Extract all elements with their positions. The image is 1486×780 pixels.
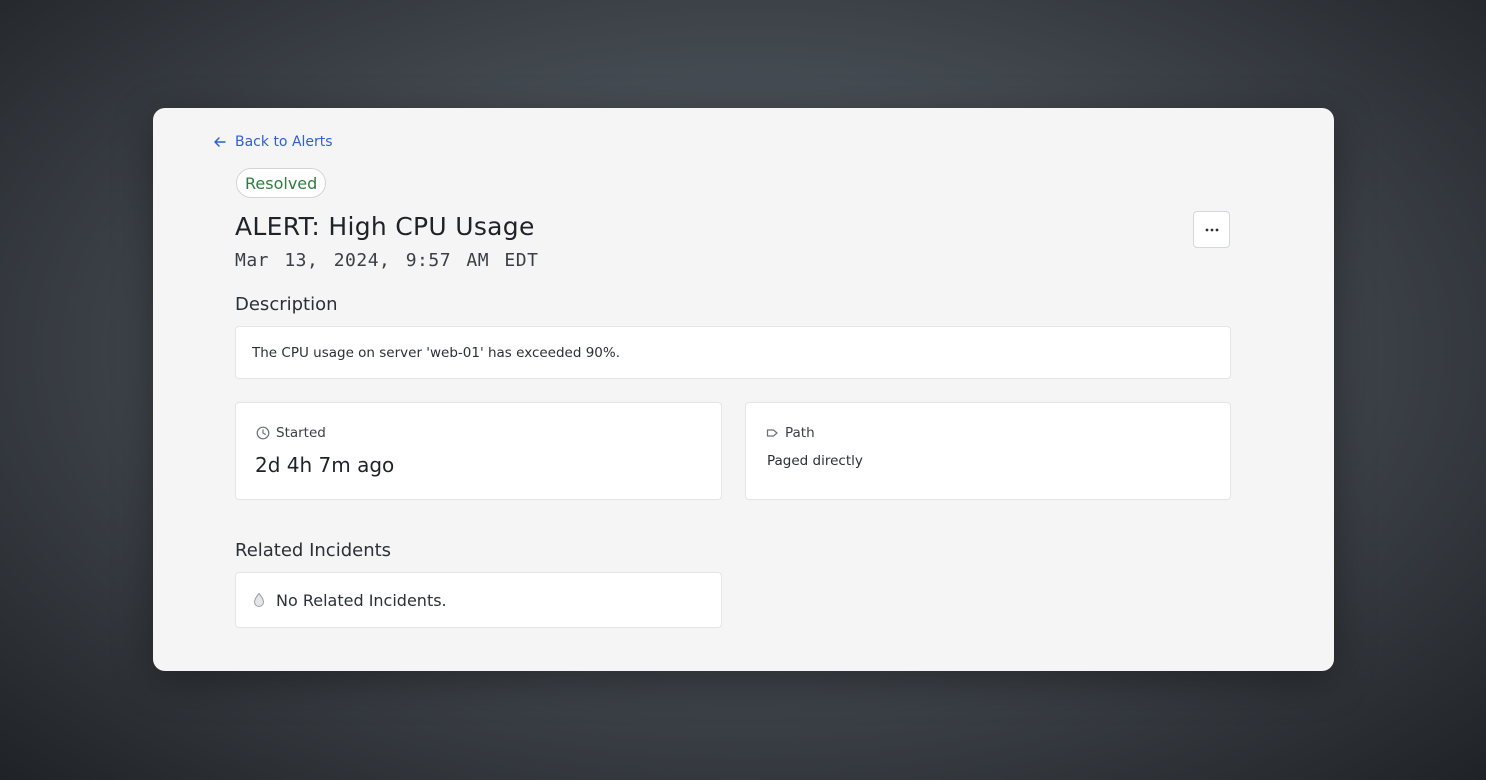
status-badge: Resolved xyxy=(236,168,327,198)
path-label: Path xyxy=(785,425,815,441)
clock-icon xyxy=(256,426,270,440)
started-panel: Started 2d 4h 7m ago xyxy=(235,402,722,500)
page-title: ALERT: High CPU Usage xyxy=(235,212,535,241)
started-label-row: Started xyxy=(256,425,326,441)
alert-timestamp: Mar 13, 2024, 9:57 AM EDT xyxy=(235,250,539,271)
no-related-incidents-text: No Related Incidents. xyxy=(276,590,447,610)
started-label: Started xyxy=(276,425,326,441)
more-actions-button[interactable] xyxy=(1193,211,1230,248)
path-label-row: Path xyxy=(766,425,815,441)
description-heading: Description xyxy=(235,294,338,315)
related-incidents-panel: No Related Incidents. xyxy=(235,572,722,628)
arrow-left-icon xyxy=(214,137,226,147)
alert-detail-card: Back to Alerts Resolved ALERT: High CPU … xyxy=(153,108,1334,671)
description-text: The CPU usage on server 'web-01' has exc… xyxy=(252,345,621,361)
droplet-icon xyxy=(253,592,265,607)
path-panel: Path Paged directly xyxy=(745,402,1231,500)
back-to-alerts-link[interactable]: Back to Alerts xyxy=(213,134,333,150)
started-value: 2d 4h 7m ago xyxy=(255,453,395,477)
more-horizontal-icon xyxy=(1205,228,1218,231)
description-panel: The CPU usage on server 'web-01' has exc… xyxy=(235,326,1231,379)
path-value: Paged directly xyxy=(767,453,863,469)
tag-arrow-icon xyxy=(766,429,778,437)
back-link-label: Back to Alerts xyxy=(235,134,333,150)
related-incidents-heading: Related Incidents xyxy=(235,540,392,561)
